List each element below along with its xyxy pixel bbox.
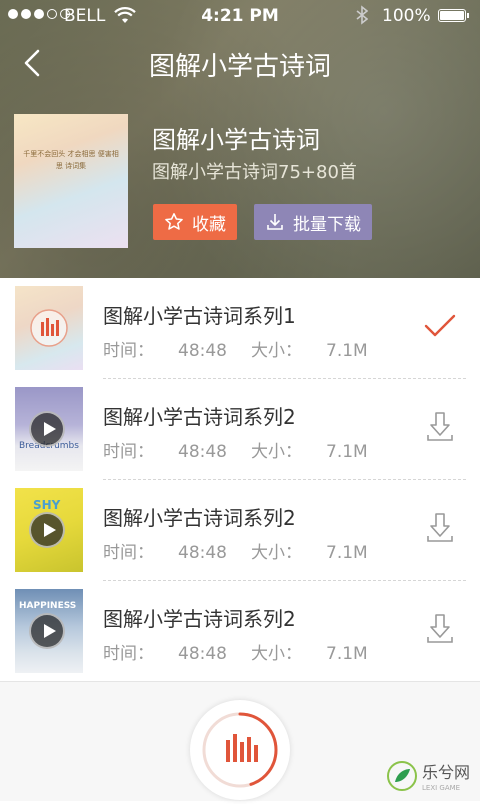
- favorite-label: 收藏: [192, 214, 226, 235]
- track-title: 图解小学古诗词系列2: [103, 607, 296, 631]
- track-thumbnail: HAPPINESS: [15, 589, 83, 673]
- album-cover-text: 千里不会回头 才会相思 便害相思 诗词集: [23, 150, 119, 170]
- track-item[interactable]: 图解小学古诗词系列1 时间： 48:48 大小： 7.1M: [0, 278, 480, 379]
- track-size: 7.1M: [326, 442, 368, 462]
- checkmark-icon: [424, 314, 456, 337]
- audio-bars-icon: [226, 734, 258, 762]
- album-header: BELL 4:21 PM 100% 图解小学古诗词 千里不会回头 才会相思 便害…: [0, 0, 480, 278]
- page-title: 图解小学古诗词: [148, 52, 331, 82]
- track-size: 7.1M: [326, 644, 368, 664]
- album-subtitle: 图解小学古诗词75+80首: [152, 162, 357, 183]
- track-meta: 时间： 48:48 大小： 7.1M: [103, 639, 368, 664]
- track-thumbnail: [15, 286, 83, 370]
- player-progress-ring: [202, 712, 278, 788]
- favorite-button[interactable]: 收藏: [153, 204, 237, 240]
- track-duration: 48:48: [178, 442, 227, 462]
- track-title: 图解小学古诗词系列1: [103, 304, 296, 328]
- track-item[interactable]: SHY 图解小学古诗词系列2 时间： 48:48 大小： 7.1M: [0, 480, 480, 581]
- batch-download-label: 批量下载: [293, 214, 361, 235]
- watermark-logo: 乐兮网 LEXI GAME: [384, 756, 476, 800]
- play-icon: [29, 512, 65, 548]
- battery-percent: 100%: [382, 6, 431, 26]
- download-icon: [267, 214, 283, 230]
- duration-label: 时间：: [103, 543, 154, 563]
- batch-download-button[interactable]: 批量下载: [254, 204, 372, 240]
- size-label: 大小：: [251, 341, 302, 361]
- track-meta: 时间： 48:48 大小： 7.1M: [103, 538, 368, 563]
- album-cover: 千里不会回头 才会相思 便害相思 诗词集: [14, 114, 128, 248]
- duration-label: 时间：: [103, 644, 154, 664]
- star-icon: [165, 213, 183, 230]
- track-thumbnail: Breadcrumbs: [15, 387, 83, 471]
- duration-label: 时间：: [103, 442, 154, 462]
- album-title: 图解小学古诗词: [152, 126, 320, 154]
- download-icon: [427, 614, 453, 643]
- track-title: 图解小学古诗词系列2: [103, 405, 296, 429]
- now-playing-icon: [30, 309, 68, 347]
- thumbnail-text: SHY: [33, 498, 61, 512]
- downloaded-check: [420, 306, 460, 346]
- track-thumbnail: SHY: [15, 488, 83, 572]
- watermark-text: 乐兮网: [422, 763, 470, 782]
- download-icon: [427, 513, 453, 542]
- bluetooth-icon: [356, 5, 369, 30]
- play-pause-button[interactable]: [190, 700, 290, 800]
- track-size: 7.1M: [326, 341, 368, 361]
- play-icon: [29, 613, 65, 649]
- thumbnail-text: HAPPINESS: [19, 601, 77, 611]
- size-label: 大小：: [251, 644, 302, 664]
- track-title: 图解小学古诗词系列2: [103, 506, 296, 530]
- track-duration: 48:48: [178, 644, 227, 664]
- play-icon: [29, 411, 65, 447]
- duration-label: 时间：: [103, 341, 154, 361]
- track-size: 7.1M: [326, 543, 368, 563]
- watermark-subtext: LEXI GAME: [422, 784, 460, 792]
- download-icon: [427, 412, 453, 441]
- size-label: 大小：: [251, 442, 302, 462]
- track-item[interactable]: HAPPINESS 图解小学古诗词系列2 时间： 48:48 大小： 7.1M: [0, 581, 480, 682]
- track-list: 图解小学古诗词系列1 时间： 48:48 大小： 7.1M Breadcrumbs 图…: [0, 278, 480, 682]
- track-duration: 48:48: [178, 341, 227, 361]
- download-button[interactable]: [420, 508, 460, 548]
- track-duration: 48:48: [178, 543, 227, 563]
- size-label: 大小：: [251, 543, 302, 563]
- download-button[interactable]: [420, 609, 460, 649]
- track-meta: 时间： 48:48 大小： 7.1M: [103, 336, 368, 361]
- download-button[interactable]: [420, 407, 460, 447]
- status-bar: BELL 4:21 PM 100%: [0, 0, 480, 32]
- track-meta: 时间： 48:48 大小： 7.1M: [103, 437, 368, 462]
- track-item[interactable]: Breadcrumbs 图解小学古诗词系列2 时间： 48:48 大小： 7.1M: [0, 379, 480, 480]
- battery-icon: [438, 9, 469, 22]
